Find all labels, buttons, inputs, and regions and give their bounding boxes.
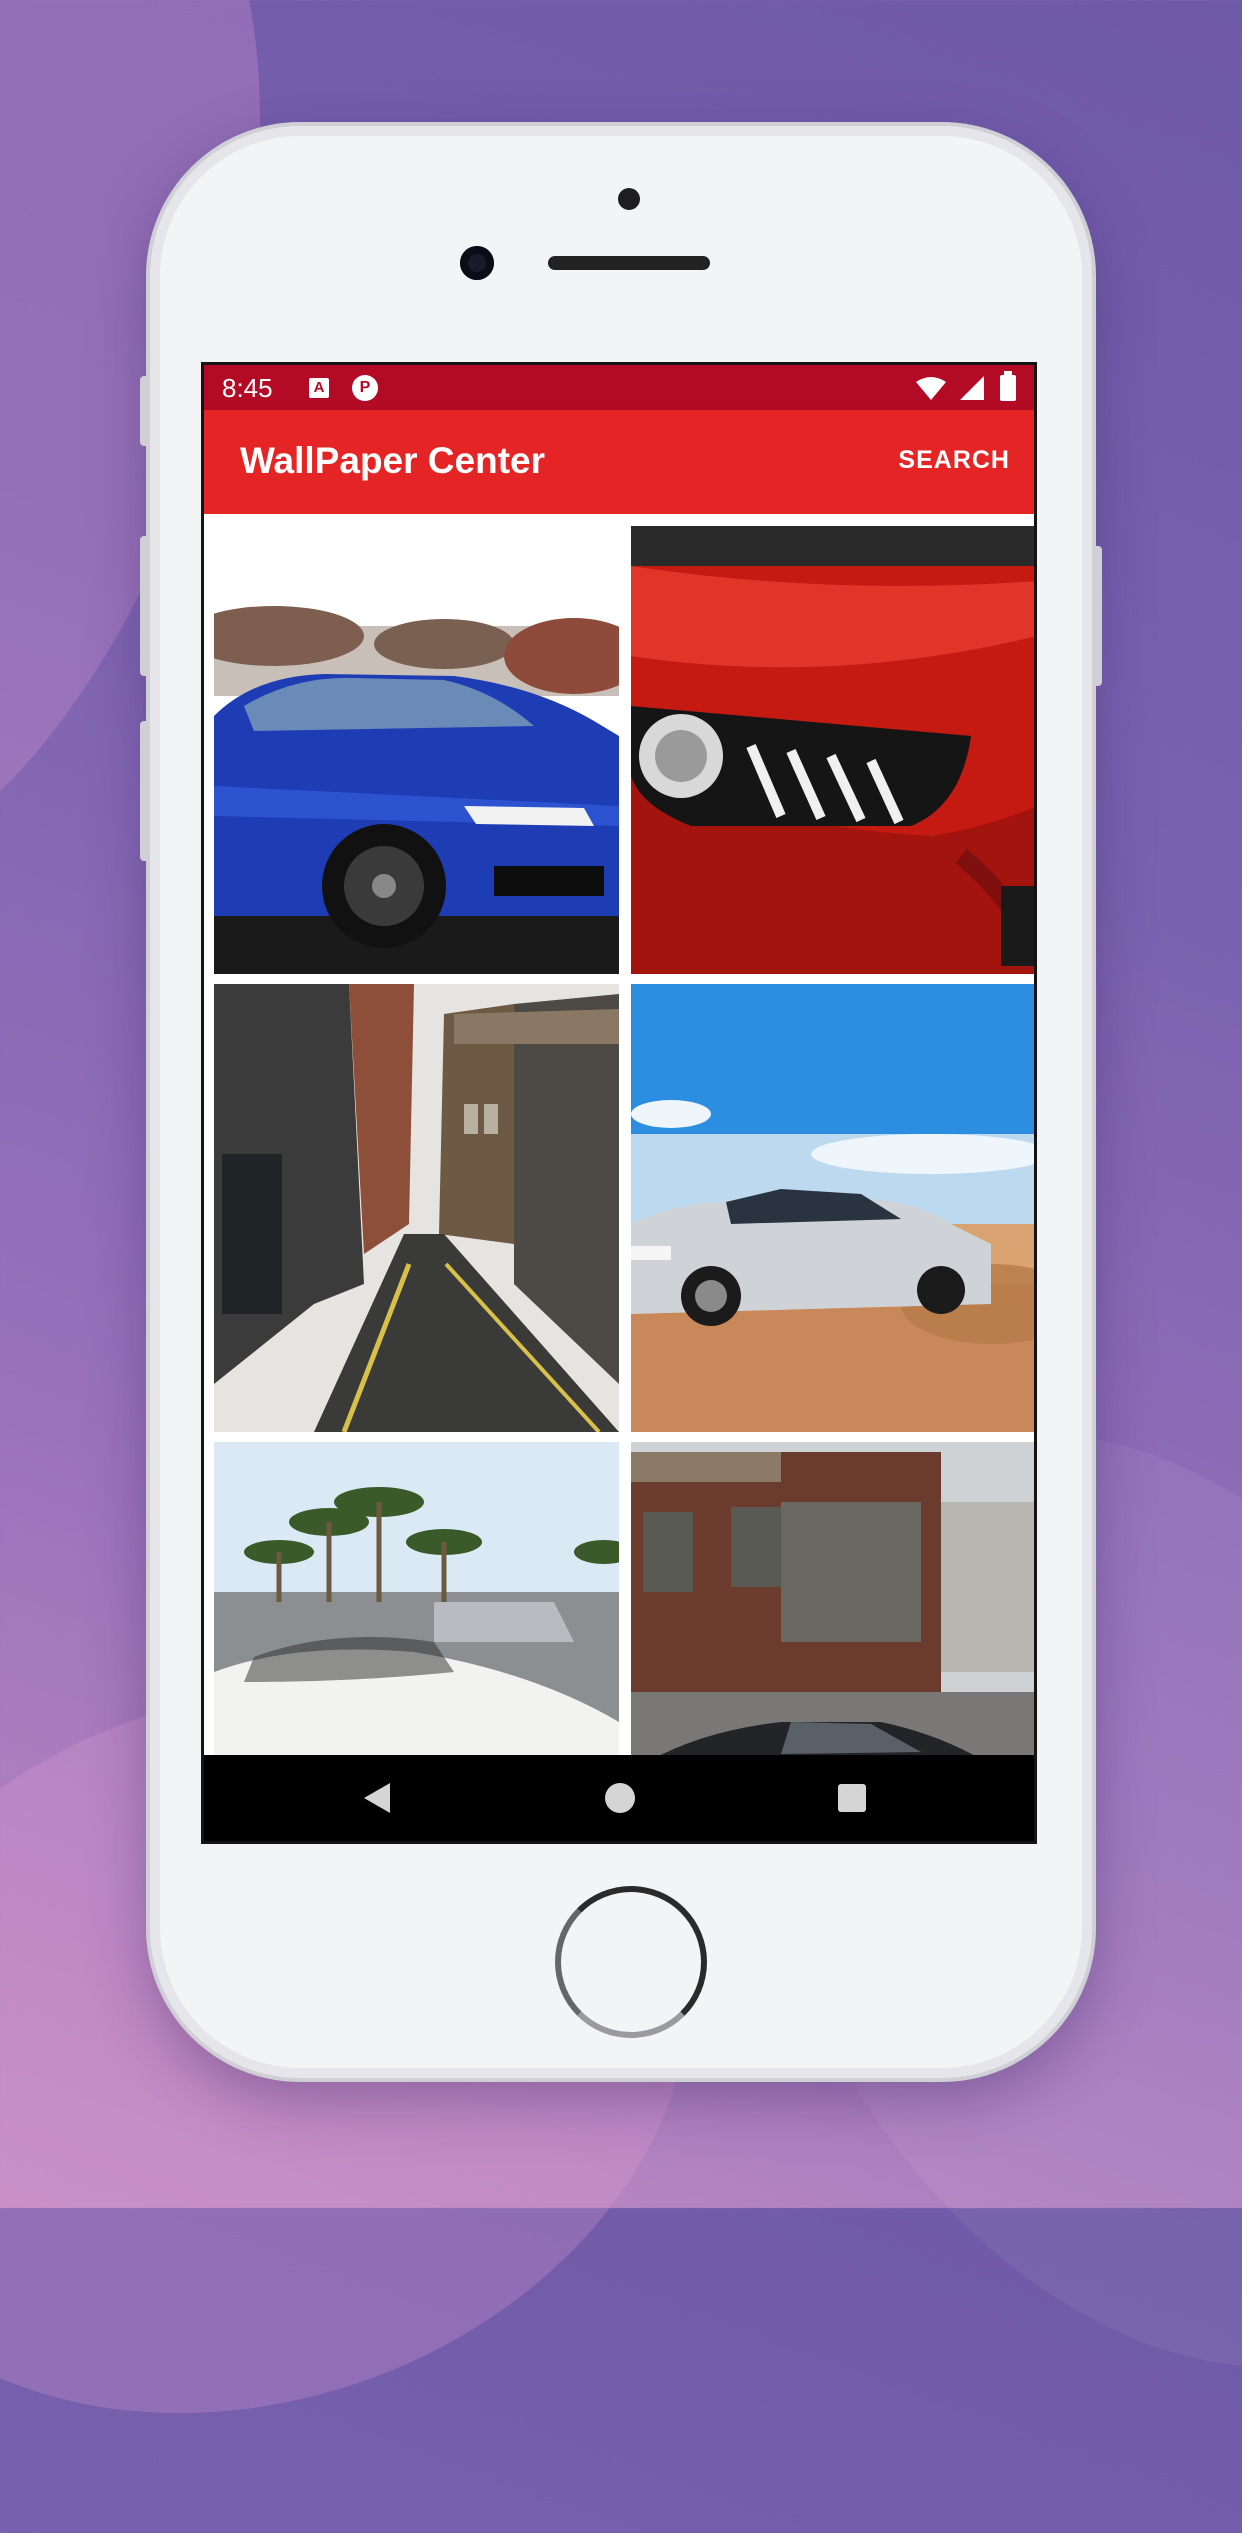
phone-front-camera [460, 246, 494, 280]
p-icon: P [352, 375, 378, 401]
phone-volume-up [140, 536, 150, 676]
signal-icon [960, 376, 984, 407]
app-title: WallPaper Center [240, 440, 545, 481]
phone-mute-switch [140, 376, 150, 446]
wallpaper-grid [204, 514, 1034, 1761]
phone-sensor [618, 188, 640, 210]
phone-power-button [1092, 546, 1102, 686]
wallpaper-tile-blue-sedan[interactable] [214, 526, 619, 974]
app-screen: 8:45 A P WallPaper Center SEARCH [201, 362, 1037, 1844]
navigation-bar [204, 1755, 1034, 1841]
status-time: 8:45 [222, 373, 273, 403]
battery-icon [1000, 371, 1016, 401]
wallpaper-tile-city-alley[interactable] [214, 984, 619, 1432]
wallpaper-tile-black-sedan[interactable] [631, 1442, 1034, 1761]
phone-volume-down [140, 721, 150, 861]
wallpaper-tile-white-convertible[interactable] [214, 1442, 619, 1761]
phone-speaker [548, 256, 710, 270]
search-button[interactable]: SEARCH [898, 446, 1010, 475]
back-icon[interactable] [364, 1783, 390, 1813]
recents-icon[interactable] [838, 1784, 866, 1812]
wallpaper-tile-white-sedan[interactable] [631, 984, 1034, 1432]
app-bar: WallPaper Center SEARCH [204, 410, 1034, 514]
wallpaper-tile-red-headlight[interactable] [631, 526, 1034, 974]
a-icon: A [309, 378, 329, 398]
status-bar: 8:45 A P [204, 365, 1034, 410]
wifi-icon [916, 376, 946, 407]
phone-home-button[interactable] [555, 1886, 707, 2038]
home-icon[interactable] [605, 1783, 635, 1813]
